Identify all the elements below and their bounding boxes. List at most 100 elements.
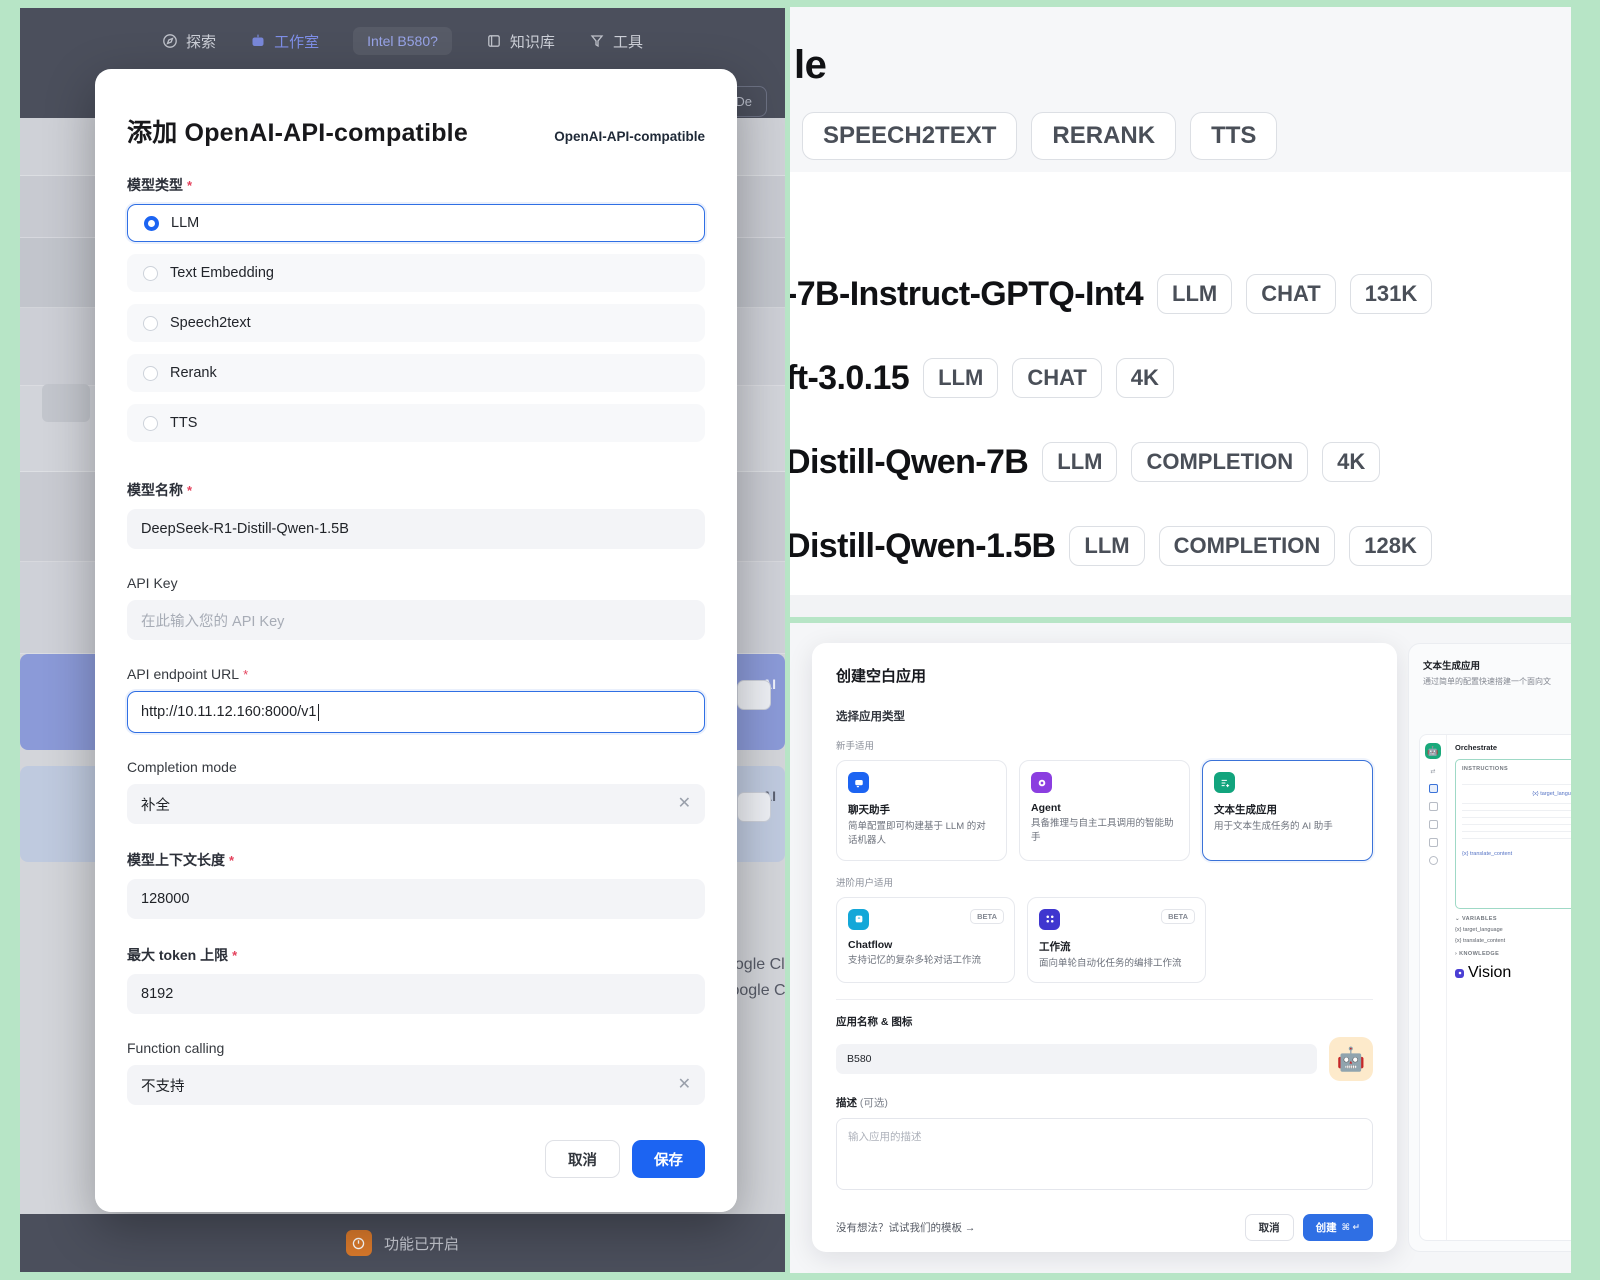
radio-label: LLM [171, 215, 200, 231]
create-confirm-button[interactable]: 创建 ⌘ ↵ [1302, 1214, 1373, 1242]
radio-option-rerank[interactable]: Rerank [127, 354, 705, 392]
field-model-type: 模型类型 * LLM Text Embedding Speech2text Re… [127, 175, 705, 454]
chatflow-glyph [855, 915, 862, 923]
label-api-key: API Key [127, 575, 705, 591]
label-text: API Key [127, 575, 178, 591]
app-type-desc: 用于文本生成任务的 AI 助手 [1214, 821, 1333, 832]
function-calling-select[interactable]: 不支持 ✕ [127, 1065, 705, 1105]
model-row[interactable]: ft-3.0.15 LLM CHAT 4K [790, 358, 1174, 398]
app-type-card-chatflow[interactable]: BETA Chatflow 支持记忆的复杂多轮对话工作流 [836, 896, 1015, 984]
create-button-label: 创建 [1315, 1222, 1337, 1235]
preview-line [1462, 838, 1571, 839]
api-endpoint-url-input[interactable]: http://10.11.12.160:8000/v1 [127, 691, 705, 733]
app-type-card-text-generation[interactable]: 文本生成应用 用于文本生成任务的 AI 助手 [1202, 760, 1373, 861]
api-key-input[interactable]: 在此输入您的 API Key [127, 600, 705, 640]
completion-mode-select[interactable]: 补全 ✕ [127, 784, 705, 824]
preview-caret: ⌄ [1455, 916, 1462, 922]
background-top-navigation: 探索 工作室 Intel B580? 知识库 工具 [20, 8, 785, 74]
cancel-button[interactable]: 取消 [545, 1140, 620, 1178]
create-shortcut-hint: ⌘ ↵ [1341, 1222, 1360, 1233]
required-marker: * [243, 666, 249, 682]
label-max-tokens: 最大 token 上限 * [127, 945, 705, 965]
preview-knowledge-label: › KNOWLEDGE [1455, 951, 1571, 957]
app-type-name: Chatflow [848, 938, 893, 951]
app-name-chip[interactable]: Intel B580? [353, 27, 452, 55]
preview-instructions-card: INSTRUCTIONS {x} target_language {x} tra… [1455, 759, 1571, 909]
text-gen-glyph [1221, 779, 1229, 787]
model-rows: -7B-Instruct-GPTQ-Int4 LLM CHAT 131K ft-… [790, 172, 1571, 595]
app-type-card-workflow[interactable]: BETA 工作流 面向单轮自动化任务的编排工作流 [1027, 896, 1206, 984]
preview-rail-icon-logs [1428, 820, 1438, 829]
clear-icon[interactable]: ✕ [678, 796, 691, 812]
beta-badge: BETA [970, 908, 1004, 924]
workflow-glyph [1045, 915, 1054, 923]
radio-option-speech2text[interactable]: Speech2text [127, 304, 705, 342]
radio-dot-icon [143, 415, 158, 431]
app-name-row: B580 🤖 [836, 1037, 1373, 1082]
radio-option-tts[interactable]: TTS [127, 404, 705, 442]
nav-item-tools[interactable]: 工具 [589, 31, 643, 52]
save-button[interactable]: 保存 [632, 1140, 705, 1178]
radio-dot-icon [143, 315, 158, 331]
context-length-input[interactable]: 128000 [127, 879, 705, 919]
desc-label-text: 描述 [836, 1097, 857, 1110]
preview-rail-icon-annotations [1428, 838, 1438, 847]
app-name-input[interactable]: B580 [836, 1044, 1317, 1075]
clear-icon[interactable]: ✕ [678, 1077, 691, 1093]
agent-icon [1031, 772, 1052, 793]
preview-rail-icon-orchestrate [1428, 784, 1438, 793]
compass-icon [163, 34, 177, 48]
model-badge-type: LLM [1042, 442, 1118, 482]
label-completion-mode: Completion mode [127, 759, 705, 775]
preview-line [1462, 810, 1571, 811]
chatflow-icon [848, 908, 869, 930]
book-icon [488, 35, 500, 47]
radio-label: Speech2text [170, 315, 251, 331]
create-app-footer: 没有想法？试试我们的模板 → 取消 创建 ⌘ ↵ [836, 1214, 1373, 1242]
model-row[interactable]: Distill-Qwen-7B LLM COMPLETION 4K [790, 442, 1381, 482]
preview-description: 通过简单的配置快速搭建一个面向文 [1423, 677, 1551, 686]
field-max-tokens: 最大 token 上限 * 8192 [127, 945, 705, 1014]
nav-item-explore[interactable]: 探索 [162, 31, 216, 52]
model-row[interactable]: Distill-Qwen-1.5B LLM COMPLETION 128K [790, 526, 1432, 566]
radio-label: Rerank [170, 365, 217, 381]
max-tokens-input[interactable]: 8192 [127, 974, 705, 1014]
screenshot-root: 探索 工作室 Intel B580? 知识库 工具 De oogle Cl Go… [0, 0, 1600, 1280]
tool-icon [590, 35, 604, 48]
vision-glyph [1458, 971, 1461, 975]
tab-speech2text[interactable]: SPEECH2TEXT [802, 112, 1018, 160]
model-name-input[interactable]: DeepSeek-R1-Distill-Qwen-1.5B [127, 509, 705, 549]
nav-item-studio[interactable]: 工作室 [250, 31, 319, 52]
radio-option-text-embedding[interactable]: Text Embedding [127, 254, 705, 292]
app-type-card-agent[interactable]: Agent 具备推理与自主工具调用的智能助手 [1019, 760, 1190, 861]
preview-main: Orchestrate INSTRUCTIONS {x} target_lang… [1447, 735, 1571, 1240]
beginner-app-cards: 聊天助手 简单配置即可构建基于 LLM 的对话机器人 Agent 具备推理与自主… [836, 760, 1373, 861]
nav-item-knowledge[interactable]: 知识库 [486, 31, 555, 52]
radio-dot-icon [143, 265, 158, 281]
bg-card-thumb [737, 792, 771, 822]
tab-rerank[interactable]: RERANK [1031, 112, 1177, 160]
app-avatar[interactable]: 🤖 [1329, 1037, 1373, 1082]
app-type-desc: 支持记忆的复杂多轮对话工作流 [848, 954, 982, 966]
preview-app-logo-icon: 🤖 [1425, 743, 1441, 759]
modal-footer: 取消 保存 [95, 1120, 737, 1212]
template-link[interactable]: 没有想法？试试我们的模板 → [836, 1220, 975, 1235]
preview-mockup: 🤖 ⇄ Orchestrate INSTRUCTIONS {x} target_… [1419, 734, 1571, 1241]
model-badge-mode: CHAT [1246, 274, 1336, 314]
desc-optional-text: (可选) [859, 1097, 888, 1110]
app-type-card-chat-assistant[interactable]: 聊天助手 简单配置即可构建基于 LLM 的对话机器人 [836, 760, 1007, 861]
tab-tts[interactable]: TTS [1190, 112, 1278, 160]
function-calling-value: 不支持 [141, 1078, 185, 1095]
model-row[interactable]: -7B-Instruct-GPTQ-Int4 LLM CHAT 131K [790, 274, 1433, 314]
label-text: Completion mode [127, 759, 237, 775]
app-description-input[interactable]: 输入应用的描述 [836, 1118, 1373, 1191]
model-type-radio-group[interactable]: LLM Text Embedding Speech2text Rerank TT… [127, 204, 705, 454]
field-api-key: API Key 在此输入您的 API Key [127, 575, 705, 640]
field-context-length: 模型上下文长度 * 128000 [127, 850, 705, 919]
create-app-title: 创建空白应用 [836, 668, 927, 685]
radio-option-llm[interactable]: LLM [127, 204, 705, 242]
model-list-pane: le SPEECH2TEXT RERANK TTS -7B-Instruct-G… [790, 7, 1571, 617]
preview-variable-item: {x} target_language [1455, 927, 1503, 933]
create-cancel-button[interactable]: 取消 [1244, 1214, 1294, 1242]
app-type-desc: 简单配置即可构建基于 LLM 的对话机器人 [848, 821, 986, 846]
